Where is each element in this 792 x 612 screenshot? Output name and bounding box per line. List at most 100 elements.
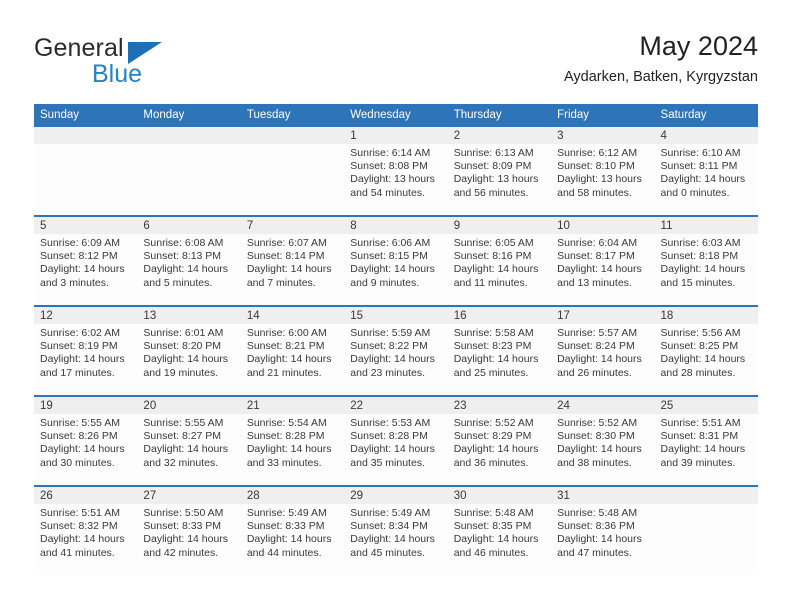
calendar-day-cell[interactable]: 23 Sunrise: 5:52 AM Sunset: 8:29 PM Dayligh… — [447, 395, 552, 486]
logo-text-general: General — [34, 34, 124, 62]
day-number: 9 — [447, 217, 552, 234]
calendar-day-cell[interactable]: 31 Sunrise: 5:48 AM Sunset: 8:36 PM Dayligh… — [551, 485, 655, 575]
daylight-text: Daylight: 14 hours and 9 minutes. — [350, 263, 435, 289]
sunset-text: Sunset: 8:35 PM — [453, 520, 532, 533]
sunset-text: Sunset: 8:08 PM — [350, 160, 428, 173]
daylight-text: Daylight: 13 hours and 58 minutes. — [557, 173, 642, 199]
day-number: 19 — [34, 397, 138, 414]
day-number: 31 — [551, 487, 655, 504]
calendar-day-cell[interactable]: 13 Sunrise: 6:01 AM Sunset: 8:20 PM Dayligh… — [137, 305, 241, 396]
calendar-day-cell[interactable]: 17 Sunrise: 5:57 AM Sunset: 8:24 PM Dayligh… — [551, 305, 655, 396]
calendar-day-cell[interactable]: 3 Sunrise: 6:12 AM Sunset: 8:10 PM Daylight… — [551, 127, 655, 216]
day-number — [654, 487, 758, 504]
daylight-text: Daylight: 14 hours and 28 minutes. — [660, 353, 746, 379]
sunrise-text: Sunrise: 6:09 AM — [40, 237, 120, 249]
day-number: 3 — [551, 127, 655, 144]
page-title: May 2024 — [639, 31, 758, 61]
weekday-header-friday: Friday — [551, 104, 655, 127]
day-box: 6 Sunrise: 6:08 AM Sunset: 8:13 PM Daylight… — [137, 217, 241, 305]
calendar-week-row: 5 Sunrise: 6:09 AM Sunset: 8:12 PM Daylight… — [34, 215, 758, 306]
calendar-day-cell[interactable]: 29 Sunrise: 5:49 AM Sunset: 8:34 PM Dayligh… — [344, 485, 448, 575]
title-block: May 2024 Aydarken, Batken, Kyrgyzstan — [564, 30, 758, 86]
sunset-text: Sunset: 8:13 PM — [143, 250, 222, 263]
calendar-day-cell[interactable]: 1 Sunrise: 6:14 AM Sunset: 8:08 PM Daylight… — [344, 127, 448, 216]
sunrise-text: Sunrise: 5:57 AM — [557, 327, 638, 339]
calendar-day-cell[interactable]: 20 Sunrise: 5:55 AM Sunset: 8:27 PM Dayligh… — [137, 395, 241, 486]
sunset-text: Sunset: 8:25 PM — [660, 340, 739, 353]
calendar-day-cell[interactable]: 2 Sunrise: 6:13 AM Sunset: 8:09 PM Daylight… — [447, 127, 552, 216]
day-number: 21 — [240, 397, 345, 414]
day-number — [34, 127, 138, 144]
day-details: Sunrise: 5:55 AM Sunset: 8:26 PM Daylight:… — [34, 414, 137, 470]
sunset-text: Sunset: 8:29 PM — [453, 430, 532, 443]
daylight-text: Daylight: 14 hours and 7 minutes. — [246, 263, 332, 289]
calendar-day-cell[interactable]: 5 Sunrise: 6:09 AM Sunset: 8:12 PM Daylight… — [34, 215, 138, 306]
calendar-day-cell[interactable]: 21 Sunrise: 5:54 AM Sunset: 8:28 PM Dayligh… — [240, 395, 345, 486]
weekday-header-sunday: Sunday — [34, 104, 138, 127]
weekday-header-thursday: Thursday — [447, 104, 552, 127]
day-number: 14 — [240, 307, 345, 324]
day-box: 10 Sunrise: 6:04 AM Sunset: 8:17 PM Dayligh… — [551, 217, 655, 305]
general-blue-logo[interactable]: General Blue — [34, 34, 264, 94]
day-number: 27 — [137, 487, 241, 504]
calendar-day-cell[interactable]: 22 Sunrise: 5:53 AM Sunset: 8:28 PM Dayligh… — [344, 395, 448, 486]
weekday-header-row: Sunday Monday Tuesday Wednesday Thursday… — [34, 104, 758, 127]
day-details: Sunrise: 5:49 AM Sunset: 8:33 PM Daylight:… — [241, 504, 344, 560]
day-number: 6 — [137, 217, 241, 234]
calendar-day-cell[interactable]: 14 Sunrise: 6:00 AM Sunset: 8:21 PM Dayligh… — [240, 305, 345, 396]
day-details: Sunrise: 5:55 AM Sunset: 8:27 PM Daylight:… — [137, 414, 240, 470]
calendar-day-cell[interactable]: 10 Sunrise: 6:04 AM Sunset: 8:17 PM Dayligh… — [551, 215, 655, 306]
sunrise-text: Sunrise: 6:08 AM — [143, 237, 224, 249]
sunrise-text: Sunrise: 6:04 AM — [557, 237, 638, 249]
calendar-day-cell[interactable]: 27 Sunrise: 5:50 AM Sunset: 8:33 PM Dayligh… — [137, 485, 241, 575]
sunset-text: Sunset: 8:28 PM — [350, 430, 428, 443]
calendar-day-cell[interactable]: 24 Sunrise: 5:52 AM Sunset: 8:30 PM Dayligh… — [551, 395, 655, 486]
daylight-text: Daylight: 14 hours and 47 minutes. — [557, 533, 642, 559]
daylight-text: Daylight: 14 hours and 11 minutes. — [453, 263, 539, 289]
weekday-header-monday: Monday — [137, 104, 241, 127]
day-box: 7 Sunrise: 6:07 AM Sunset: 8:14 PM Daylight… — [240, 217, 345, 305]
sunrise-text: Sunrise: 6:06 AM — [350, 237, 431, 249]
day-box: 28 Sunrise: 5:49 AM Sunset: 8:33 PM Dayligh… — [240, 487, 345, 575]
day-number: 18 — [654, 307, 758, 324]
calendar-day-cell[interactable]: 19 Sunrise: 5:55 AM Sunset: 8:26 PM Dayligh… — [34, 395, 138, 486]
day-details: Sunrise: 6:14 AM Sunset: 8:08 PM Daylight:… — [344, 144, 447, 200]
sunset-text: Sunset: 8:19 PM — [40, 340, 118, 353]
sunrise-text: Sunrise: 6:01 AM — [143, 327, 224, 339]
day-box — [137, 127, 241, 215]
sunset-text: Sunset: 8:20 PM — [143, 340, 222, 353]
day-number: 25 — [654, 397, 758, 414]
day-number: 10 — [551, 217, 655, 234]
sunset-text: Sunset: 8:18 PM — [660, 250, 739, 263]
day-box — [654, 487, 758, 575]
calendar-day-cell[interactable]: 7 Sunrise: 6:07 AM Sunset: 8:14 PM Daylight… — [240, 215, 345, 306]
calendar-day-cell[interactable]: 26 Sunrise: 5:51 AM Sunset: 8:32 PM Dayligh… — [34, 485, 138, 575]
day-details: Sunrise: 6:05 AM Sunset: 8:16 PM Daylight:… — [448, 234, 551, 290]
daylight-text: Daylight: 14 hours and 39 minutes. — [660, 443, 746, 469]
calendar-day-cell[interactable]: 28 Sunrise: 5:49 AM Sunset: 8:33 PM Dayligh… — [240, 485, 345, 575]
calendar-day-cell[interactable]: 9 Sunrise: 6:05 AM Sunset: 8:16 PM Daylight… — [447, 215, 552, 306]
calendar-day-cell[interactable]: 15 Sunrise: 5:59 AM Sunset: 8:22 PM Dayligh… — [344, 305, 448, 396]
calendar-day-cell[interactable]: 6 Sunrise: 6:08 AM Sunset: 8:13 PM Daylight… — [137, 215, 241, 306]
day-details: Sunrise: 6:08 AM Sunset: 8:13 PM Daylight:… — [137, 234, 240, 290]
sunrise-text: Sunrise: 5:55 AM — [40, 417, 120, 429]
calendar-day-cell — [240, 127, 345, 216]
calendar-day-cell[interactable]: 12 Sunrise: 6:02 AM Sunset: 8:19 PM Dayligh… — [34, 305, 138, 396]
day-details: Sunrise: 5:52 AM Sunset: 8:29 PM Daylight:… — [448, 414, 551, 470]
calendar-day-cell[interactable]: 8 Sunrise: 6:06 AM Sunset: 8:15 PM Daylight… — [344, 215, 448, 306]
daylight-text: Daylight: 14 hours and 25 minutes. — [453, 353, 539, 379]
daylight-text: Daylight: 14 hours and 44 minutes. — [246, 533, 332, 559]
sunset-text: Sunset: 8:11 PM — [660, 160, 738, 173]
calendar-day-cell[interactable]: 18 Sunrise: 5:56 AM Sunset: 8:25 PM Dayligh… — [654, 305, 758, 396]
day-details: Sunrise: 5:51 AM Sunset: 8:31 PM Daylight:… — [655, 414, 758, 470]
calendar-day-cell[interactable]: 4 Sunrise: 6:10 AM Sunset: 8:11 PM Daylight… — [654, 127, 758, 216]
day-details: Sunrise: 6:13 AM Sunset: 8:09 PM Daylight:… — [448, 144, 551, 200]
calendar-day-cell[interactable]: 25 Sunrise: 5:51 AM Sunset: 8:31 PM Dayligh… — [654, 395, 758, 486]
calendar-day-cell[interactable]: 11 Sunrise: 6:03 AM Sunset: 8:18 PM Dayligh… — [654, 215, 758, 306]
daylight-text: Daylight: 14 hours and 42 minutes. — [143, 533, 229, 559]
calendar-week-row: 19 Sunrise: 5:55 AM Sunset: 8:26 PM Dayligh… — [34, 395, 758, 486]
day-box: 13 Sunrise: 6:01 AM Sunset: 8:20 PM Dayligh… — [137, 307, 241, 395]
calendar-day-cell[interactable]: 16 Sunrise: 5:58 AM Sunset: 8:23 PM Dayligh… — [447, 305, 552, 396]
calendar-day-cell[interactable]: 30 Sunrise: 5:48 AM Sunset: 8:35 PM Dayligh… — [447, 485, 552, 575]
day-details: Sunrise: 5:59 AM Sunset: 8:22 PM Daylight:… — [344, 324, 447, 380]
